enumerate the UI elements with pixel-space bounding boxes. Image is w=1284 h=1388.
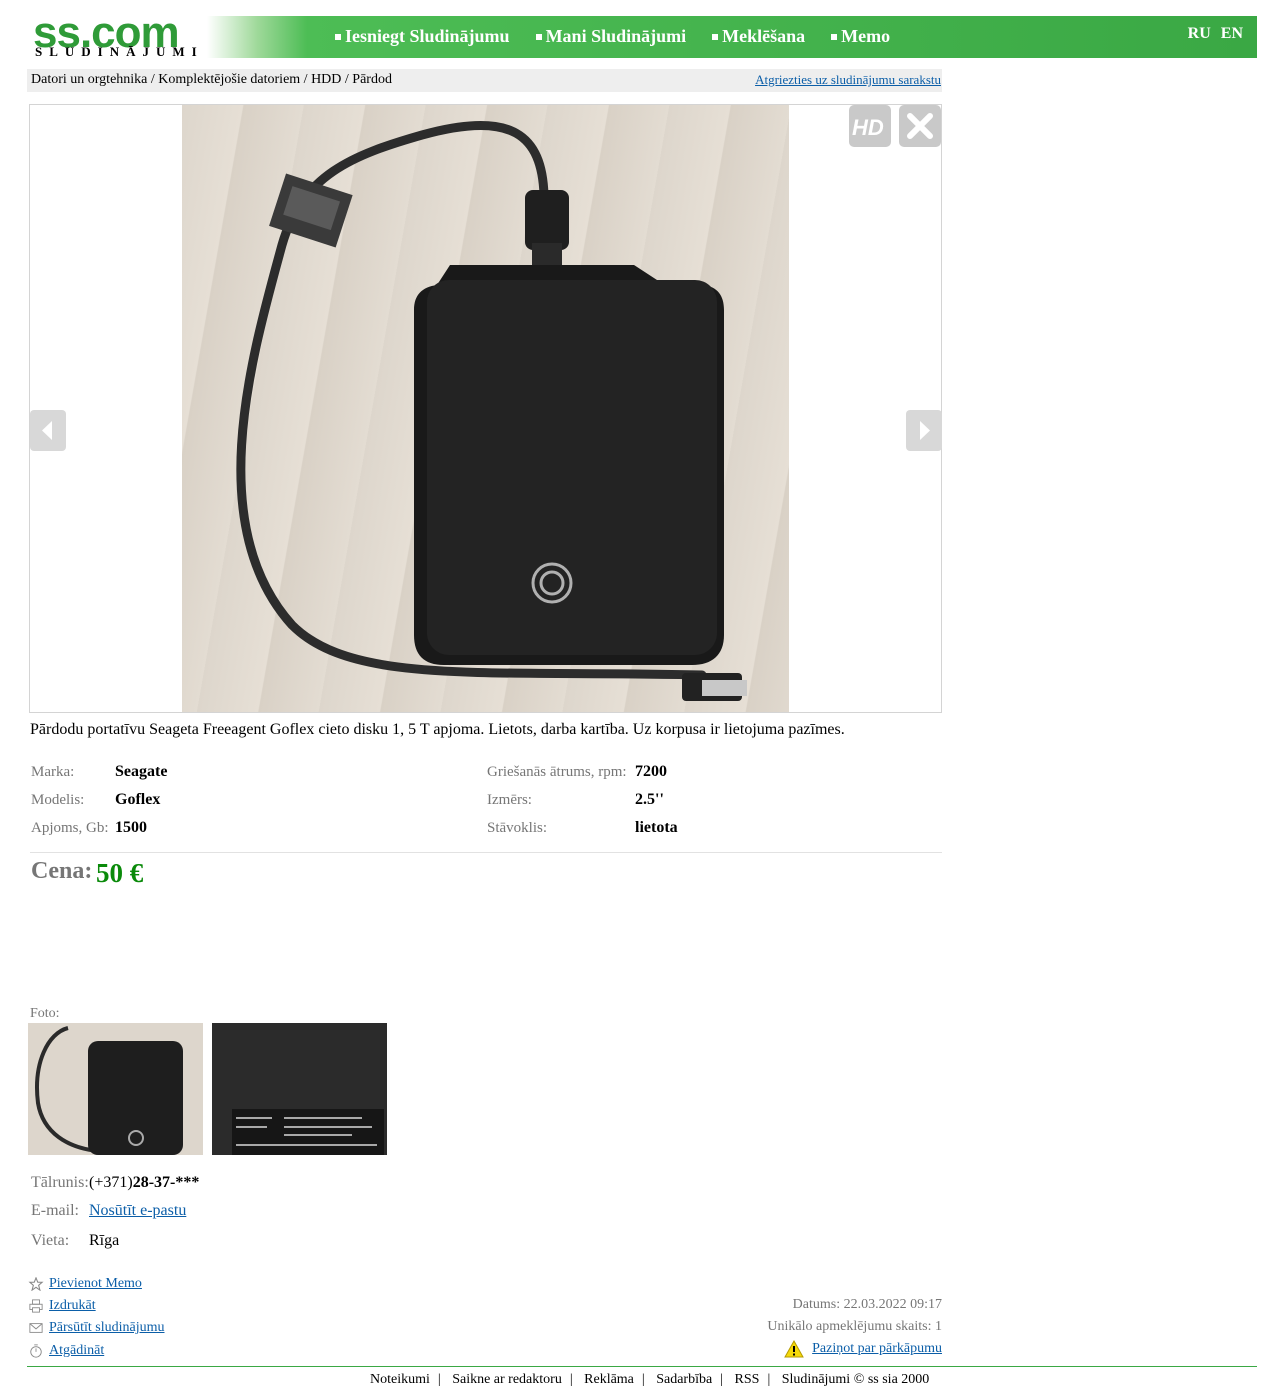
spec-row-model: Modelis: Goflex [31,791,160,809]
nav-search[interactable]: Meklēšana [712,26,805,47]
photo-viewer: HD [29,104,942,713]
report-block: Paziņot par pārkāpumu [784,1340,942,1358]
footer-advertising[interactable]: Reklāma [584,1372,634,1387]
breadcrumb[interactable]: Datori un orgtehnika / Komplektējošie da… [31,72,392,88]
spec-label: Marka: [31,764,75,780]
lang-en[interactable]: EN [1221,25,1243,43]
spec-row-brand: Marka: Seagate [31,763,167,781]
phone-value[interactable]: (+371)28-37-*** [89,1174,199,1192]
footer-contact-editor[interactable]: Saikne ar redaktoru [452,1372,562,1387]
photo-thumbnail-1[interactable] [28,1023,203,1155]
stopwatch-icon [30,1344,42,1358]
photo-thumbnail-2[interactable] [212,1023,387,1155]
contact-phone: Tālrunis: (+371)28-37-*** [31,1174,199,1192]
breadcrumb-bar: Datori un orgtehnika / Komplektējošie da… [27,69,942,92]
print-link[interactable]: Izdrukāt [49,1298,96,1314]
price-value: 50 € [96,858,144,888]
back-to-list-link[interactable]: Atgriezties uz sludinājumu sarakstu [755,72,941,88]
phone-label: Tālrunis: [31,1174,89,1191]
arrow-right-icon [920,421,930,440]
spec-label: Apjoms, Gb: [31,820,109,836]
add-memo-action[interactable]: Pievienot Memo [28,1276,142,1292]
main-nav: Iesniegt Sludinājumu Mani Sludinājumi Me… [335,26,890,47]
footer-rules[interactable]: Noteikumi [370,1372,430,1387]
forward-link[interactable]: Pārsūtīt sludinājumu [49,1320,165,1336]
prev-photo-button[interactable] [30,410,66,451]
hdd-photo-illustration [236,120,747,701]
thumbnail-image [28,1023,203,1155]
top-header: ss.com SLUDINĀJUMI Iesniegt Sludinājumu … [27,11,1257,59]
spec-label: Modelis: [31,792,85,808]
spec-value: 2.5'' [635,791,664,808]
spec-value[interactable]: Seagate [115,763,167,781]
ad-date: Datums: 22.03.2022 09:17 [792,1297,942,1312]
warning-icon [784,1340,804,1358]
forward-action[interactable]: Pārsūtīt sludinājumu [28,1320,165,1336]
price-label: Cena: [31,858,93,884]
spec-value[interactable]: 1500 [115,819,147,837]
footer-divider [27,1366,1257,1367]
bullet-icon [535,33,542,40]
nav-my-ads[interactable]: Mani Sludinājumi [535,26,686,47]
place-label: Vieta: [31,1232,70,1249]
price-block: Cena: 50 € [31,858,143,888]
spec-value[interactable]: Goflex [115,791,160,809]
lang-ru[interactable]: RU [1188,25,1211,43]
remind-link[interactable]: Atgādināt [49,1343,104,1359]
star-icon [28,1277,44,1291]
contact-place: Vieta: Rīga [31,1232,119,1250]
spec-row-condition: Stāvoklis: lietota [487,819,678,837]
envelope-icon [29,1323,43,1333]
add-memo-link[interactable]: Pievienot Memo [49,1276,142,1292]
send-email-link[interactable]: Nosūtīt e-pastu [89,1202,186,1220]
spec-value[interactable]: 7200 [635,763,667,781]
printer-icon [29,1299,43,1313]
spec-label: Griešanās ātrums, rpm: [487,764,627,780]
photos-label: Foto: [30,1006,60,1021]
spec-label: Stāvoklis: [487,820,548,836]
thumbnail-image [212,1023,387,1155]
nav-submit-ad[interactable]: Iesniegt Sludinājumu [335,26,510,47]
unique-visits: Unikālo apmeklējumu skaits: 1 [767,1319,942,1334]
main-photo[interactable] [182,105,789,712]
print-action[interactable]: Izdrukāt [28,1298,96,1314]
ad-description: Pārdodu portatīvu Seageta Freeagent Gofl… [30,721,845,738]
close-button[interactable] [899,105,941,147]
close-icon [907,113,933,139]
footer-rss[interactable]: RSS [735,1372,760,1387]
spec-row-rpm: Griešanās ātrums, rpm: 7200 [487,763,667,781]
footer-cooperation[interactable]: Sadarbība [656,1372,712,1387]
bullet-icon [831,33,838,40]
footer-copyright: Sludinājumi © ss sia 2000 [781,1372,930,1387]
bullet-icon [712,33,719,40]
contact-email: E-mail: Nosūtīt e-pastu [31,1202,186,1220]
svg-text:HD: HD [852,115,884,140]
site-logo[interactable]: ss.com SLUDINĀJUMI [33,11,204,60]
nav-memo[interactable]: Memo [831,26,890,47]
footer-links: Noteikumi | Saikne ar redaktoru | Reklāma |… [370,1372,930,1387]
bullet-icon [335,33,341,40]
divider [30,852,942,853]
place-value: Rīga [89,1232,120,1249]
logo-subtitle: SLUDINĀJUMI [35,44,204,59]
language-switcher: RU EN [1188,25,1243,43]
spec-label: Izmērs: [487,792,532,808]
next-photo-button[interactable] [906,410,942,451]
spec-value: lietota [635,819,678,836]
email-label: E-mail: [31,1202,79,1219]
remind-action[interactable]: Atgādināt [28,1343,104,1359]
spec-row-size: Izmērs: 2.5'' [487,791,664,809]
spec-row-capacity: Apjoms, Gb: 1500 [31,819,147,837]
hd-icon: HD [852,115,884,140]
hd-button[interactable]: HD [849,105,891,147]
report-link[interactable]: Paziņot par pārkāpumu [812,1341,942,1357]
arrow-left-icon [42,421,52,440]
